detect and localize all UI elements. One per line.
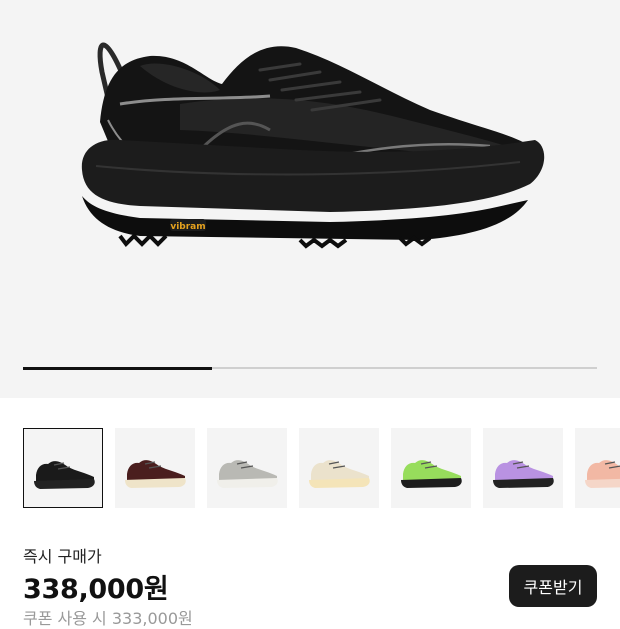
color-thumbnail[interactable] [575, 428, 620, 508]
running-shoe-black-icon [34, 461, 95, 489]
product-image-gallery[interactable]: vibram [0, 0, 620, 398]
gallery-progress-fill [23, 366, 213, 370]
color-thumbnail[interactable] [23, 428, 103, 508]
running-shoe-peach-icon [585, 460, 620, 488]
coupon-price-note: 쿠폰 사용 시 333,000원 [23, 609, 193, 628]
color-thumbnail[interactable] [483, 428, 563, 508]
color-thumbnail[interactable] [391, 428, 471, 508]
running-shoe-brown-icon [125, 460, 186, 488]
price: 338,000원 [23, 574, 169, 605]
running-shoe-image: vibram [81, 42, 545, 249]
instant-buy-label: 즉시 구매가 [23, 547, 102, 566]
color-thumbnail[interactable] [115, 428, 195, 508]
color-thumbnail[interactable] [299, 428, 379, 508]
running-shoe-lime-icon [401, 460, 462, 488]
running-shoe-silver-icon [217, 460, 278, 488]
color-thumbnail[interactable] [207, 428, 287, 508]
running-shoe-lavender-icon [493, 460, 554, 488]
color-thumbnail-list [23, 428, 620, 510]
svg-text:vibram: vibram [170, 222, 205, 232]
get-coupon-button[interactable]: 쿠폰받기 [509, 565, 597, 607]
gallery-progress-bar [23, 366, 597, 370]
running-shoe-cream-icon [309, 460, 370, 488]
